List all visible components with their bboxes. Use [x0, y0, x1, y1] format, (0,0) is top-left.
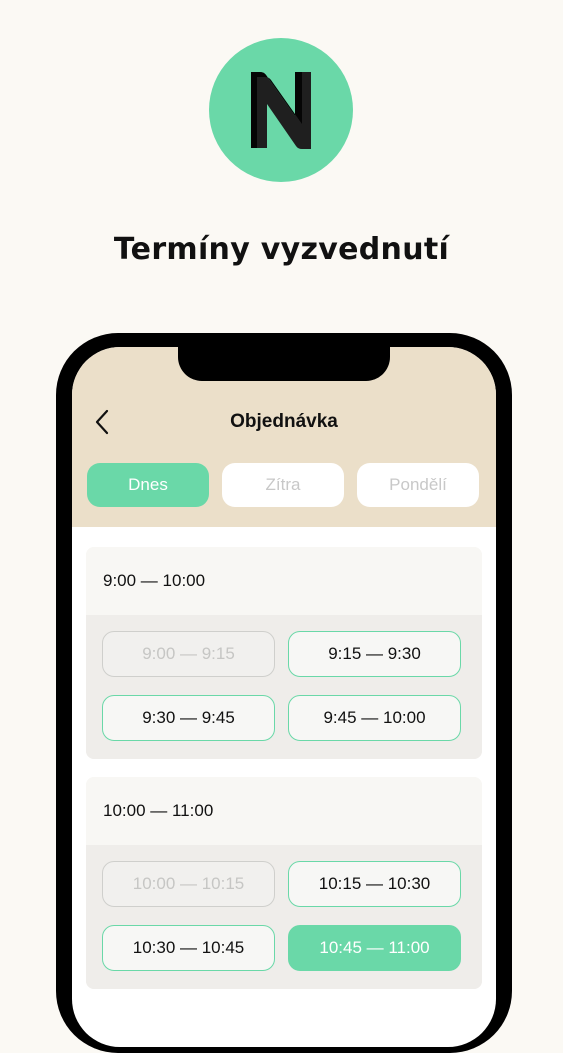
hour-group-label: 10:00 — 11:00	[86, 777, 482, 845]
time-slot[interactable]: 10:30 — 10:45	[102, 925, 275, 971]
app-logo: N	[209, 38, 353, 182]
hour-group-card: 10:00 — 11:00 10:00 — 10:15 10:15 — 10:3…	[86, 777, 482, 989]
time-slot[interactable]: 9:15 — 9:30	[288, 631, 461, 677]
time-slot-selected[interactable]: 10:45 — 11:00	[288, 925, 461, 971]
slot-grid: 10:00 — 10:15 10:15 — 10:30 10:30 — 10:4…	[86, 845, 482, 989]
phone-frame: Objednávka Dnes Zítra Pondělí 9:00 — 10:…	[56, 333, 512, 1053]
time-slot[interactable]: 10:00 — 10:15	[102, 861, 275, 907]
hour-group-card: 9:00 — 10:00 9:00 — 9:15 9:15 — 9:30 9:3…	[86, 547, 482, 759]
tab-tomorrow[interactable]: Zítra	[222, 463, 344, 507]
page-headline: Termíny vyzvednutí	[113, 232, 450, 267]
time-slot[interactable]: 10:15 — 10:30	[288, 861, 461, 907]
hour-group-label: 9:00 — 10:00	[86, 547, 482, 615]
tab-monday[interactable]: Pondělí	[357, 463, 479, 507]
phone-screen: Objednávka Dnes Zítra Pondělí 9:00 — 10:…	[72, 347, 496, 1047]
time-slot[interactable]: 9:30 — 9:45	[102, 695, 275, 741]
screen-title: Objednávka	[230, 411, 338, 432]
phone-notch	[178, 347, 390, 381]
tab-today[interactable]: Dnes	[87, 463, 209, 507]
slot-grid: 9:00 — 9:15 9:15 — 9:30 9:30 — 9:45 9:45…	[86, 615, 482, 759]
time-slot[interactable]: 9:00 — 9:15	[102, 631, 275, 677]
n-logo-icon	[251, 72, 311, 149]
time-slot[interactable]: 9:45 — 10:00	[288, 695, 461, 741]
